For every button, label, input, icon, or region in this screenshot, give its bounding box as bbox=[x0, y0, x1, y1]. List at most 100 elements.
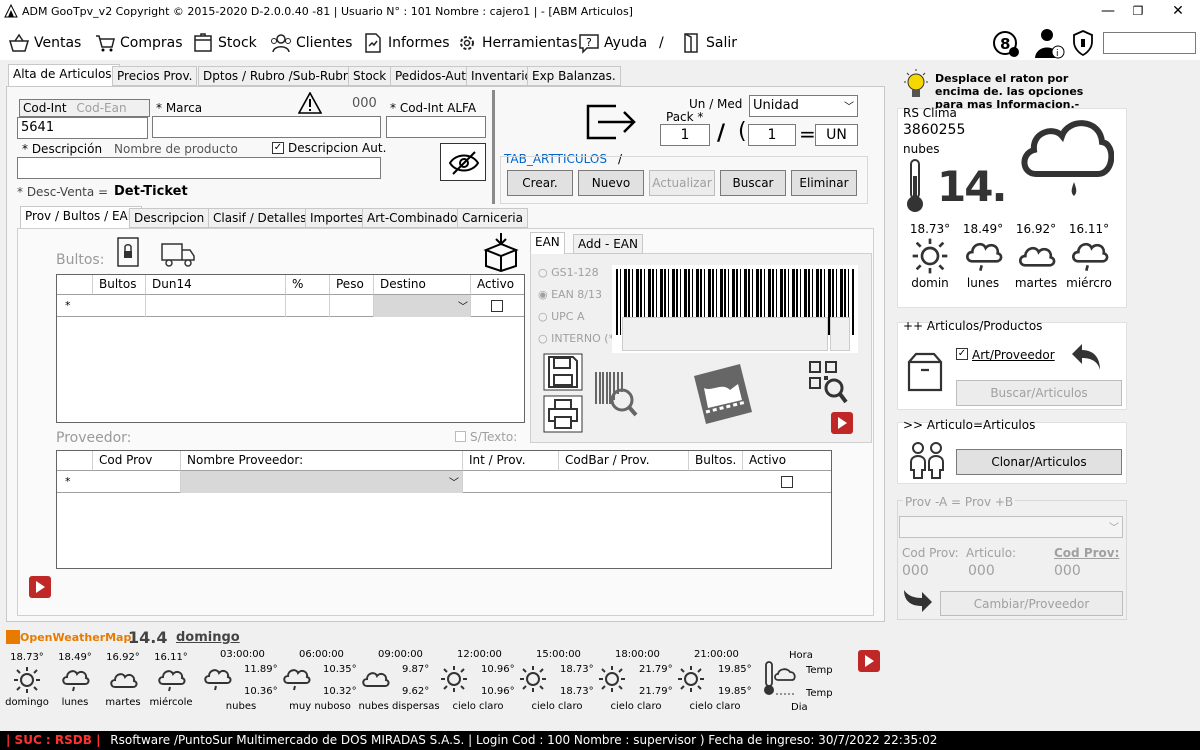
menu-informes[interactable]: Informes bbox=[362, 32, 450, 54]
col-codprov[interactable]: Cod Prov bbox=[93, 451, 181, 471]
add-ean-tab[interactable]: Add - EAN bbox=[573, 234, 643, 254]
ticket-icon[interactable] bbox=[692, 362, 754, 428]
tab-pedidos-aut[interactable]: Pedidos-Aut bbox=[390, 66, 471, 86]
codalfa-input[interactable] bbox=[386, 116, 486, 138]
col-dun14[interactable]: Dun14 bbox=[146, 275, 286, 295]
destino-select[interactable]: ﹀ bbox=[374, 295, 471, 317]
save-icon[interactable] bbox=[543, 353, 583, 391]
close-button[interactable]: ✕ bbox=[1163, 2, 1193, 20]
prov-select[interactable]: ﹀ bbox=[899, 516, 1123, 538]
proveedor-label: Proveedor: bbox=[56, 430, 132, 446]
cloud-rain-icon bbox=[954, 236, 1012, 276]
col-destino[interactable]: Destino bbox=[374, 275, 471, 295]
import-icon bbox=[586, 104, 636, 140]
subtab-clasif[interactable]: Clasif / Detalles bbox=[208, 208, 312, 228]
proveedor-select[interactable]: ﹀ bbox=[181, 471, 463, 493]
subtab-carniceria[interactable]: Carniceria bbox=[457, 208, 528, 228]
tab-exp-balanzas[interactable]: Exp Balanzas. bbox=[527, 66, 621, 86]
clima-code: 3860255 bbox=[903, 122, 966, 138]
tab-stock[interactable]: Stock bbox=[348, 66, 392, 86]
subtab-prov-bultos[interactable]: Prov / Bultos / EAN bbox=[20, 206, 142, 228]
openweather-logo bbox=[6, 630, 20, 644]
clonar-articulos-button[interactable]: Clonar/Articulos bbox=[956, 449, 1122, 475]
hide-button[interactable] bbox=[440, 143, 486, 181]
subtab-importes[interactable]: Importes bbox=[305, 208, 369, 228]
tab-alta-articulos[interactable]: Alta de Articulos. bbox=[8, 64, 121, 86]
col-int-prov[interactable]: Int / Prov. bbox=[463, 451, 559, 471]
strip-hour-item: 09:00:00 9.87° 9.62° nubes dispersas bbox=[358, 649, 440, 712]
un-input[interactable]: UN bbox=[815, 124, 858, 146]
bultos-grid[interactable]: Bultos Dun14 % Peso Destino Activo * ﹀ bbox=[56, 274, 525, 423]
nuevo-button[interactable]: Nuevo bbox=[578, 170, 644, 196]
actualizar-button[interactable]: Actualizar bbox=[649, 170, 715, 196]
menu-herramientas[interactable]: Herramientas bbox=[456, 32, 577, 54]
descripcion-input[interactable] bbox=[17, 157, 381, 179]
badge-8-icon[interactable]: 8 bbox=[991, 29, 1021, 59]
radio-gs1[interactable]: ○ GS1-128 bbox=[538, 266, 599, 279]
header-input[interactable] bbox=[1103, 32, 1196, 54]
menu-salir[interactable]: Salir bbox=[680, 32, 737, 54]
pack2-input[interactable]: 1 bbox=[748, 124, 796, 146]
user-info-icon[interactable]: i bbox=[1030, 26, 1066, 60]
proveedor-grid[interactable]: Cod Prov Nombre Proveedor: Int / Prov. C… bbox=[56, 450, 832, 569]
unidad-select[interactable]: Unidad ﹀ bbox=[749, 95, 858, 117]
play-icon[interactable] bbox=[831, 412, 853, 434]
radio-ean813[interactable]: ◉ EAN 8/13 bbox=[538, 288, 602, 301]
subtab-art-combinados[interactable]: Art-Combinados bbox=[362, 208, 469, 228]
activo-prov-checkbox[interactable] bbox=[781, 476, 793, 488]
col-activo[interactable]: Activo bbox=[471, 275, 524, 295]
stexto-checkbox[interactable] bbox=[455, 431, 466, 442]
play-icon[interactable] bbox=[858, 650, 880, 672]
codint-input[interactable]: 5641 bbox=[17, 117, 148, 139]
temp2-label: Temp bbox=[806, 688, 833, 699]
articulo-value: 000 bbox=[968, 563, 995, 579]
artprov-checkbox[interactable]: ✓ bbox=[956, 348, 968, 360]
menu-clientes[interactable]: Clientes bbox=[270, 32, 352, 54]
strip-temp: 14.4 bbox=[128, 628, 168, 647]
print-icon[interactable] bbox=[543, 395, 583, 433]
descaut-checkbox[interactable]: ✓ bbox=[272, 142, 284, 154]
menu-compras[interactable]: Compras bbox=[94, 32, 183, 54]
menu-ayuda[interactable]: ? Ayuda bbox=[578, 32, 647, 54]
dia-label: Dia bbox=[791, 702, 808, 713]
col-nombre-proveedor[interactable]: Nombre Proveedor: bbox=[181, 451, 463, 471]
buscar-button[interactable]: Buscar bbox=[720, 170, 786, 196]
undo-arrow-icon[interactable] bbox=[1070, 342, 1104, 372]
table-row[interactable]: * ﹀ bbox=[57, 295, 524, 317]
tab-precios-prov[interactable]: Precios Prov. bbox=[112, 66, 198, 86]
radio-interno[interactable]: ○ INTERNO (*) bbox=[538, 332, 618, 345]
ean-tab[interactable]: EAN bbox=[530, 232, 565, 254]
activo-checkbox[interactable] bbox=[491, 300, 503, 312]
col-bultos[interactable]: Bultos bbox=[93, 275, 146, 295]
table-row[interactable]: * ﹀ bbox=[57, 471, 831, 493]
subtab-descripcion[interactable]: Descripcion bbox=[129, 208, 210, 228]
tab-dptos-rubro[interactable]: Dptos / Rubro /Sub-Rubro: bbox=[198, 66, 364, 86]
radio-upca[interactable]: ○ UPC A bbox=[538, 310, 585, 323]
qr-search-icon[interactable] bbox=[808, 360, 848, 404]
col-codbar-prov[interactable]: CodBar / Prov. bbox=[559, 451, 689, 471]
cambiar-proveedor-button[interactable]: Cambiar/Proveedor bbox=[940, 591, 1123, 616]
truck-icon[interactable] bbox=[160, 240, 196, 268]
col-peso[interactable]: Peso bbox=[330, 275, 374, 295]
shield-icon[interactable] bbox=[1072, 30, 1094, 56]
menu-ventas[interactable]: Ventas bbox=[8, 32, 81, 54]
articulo-label: Articulo: bbox=[966, 546, 1017, 560]
buscar-articulos-button[interactable]: Buscar/Articulos bbox=[956, 380, 1122, 406]
package-download-icon[interactable] bbox=[482, 232, 520, 272]
maximize-button[interactable]: ❐ bbox=[1123, 2, 1153, 20]
menu-stock[interactable]: Stock bbox=[192, 32, 257, 54]
minimize-button[interactable]: — bbox=[1093, 2, 1123, 20]
marca-input[interactable] bbox=[152, 116, 381, 138]
lock-icon[interactable] bbox=[116, 236, 140, 268]
play-icon[interactable] bbox=[29, 576, 51, 598]
col-activo-prov[interactable]: Activo bbox=[743, 451, 831, 471]
barcode-search-icon[interactable] bbox=[594, 370, 638, 418]
cloud-icon bbox=[360, 664, 390, 697]
chevron-down-icon: ﹀ bbox=[844, 102, 854, 113]
col-percent[interactable]: % bbox=[286, 275, 330, 295]
crear-button[interactable]: Crear. bbox=[507, 170, 573, 196]
weather-strip: 18.73° domingo 18.49° lunes 16.92° martes 16.1… bbox=[0, 648, 780, 716]
eliminar-button[interactable]: Eliminar bbox=[791, 170, 857, 196]
pack-input[interactable]: 1 bbox=[660, 124, 710, 146]
col-bultos-prov[interactable]: Bultos. bbox=[689, 451, 743, 471]
